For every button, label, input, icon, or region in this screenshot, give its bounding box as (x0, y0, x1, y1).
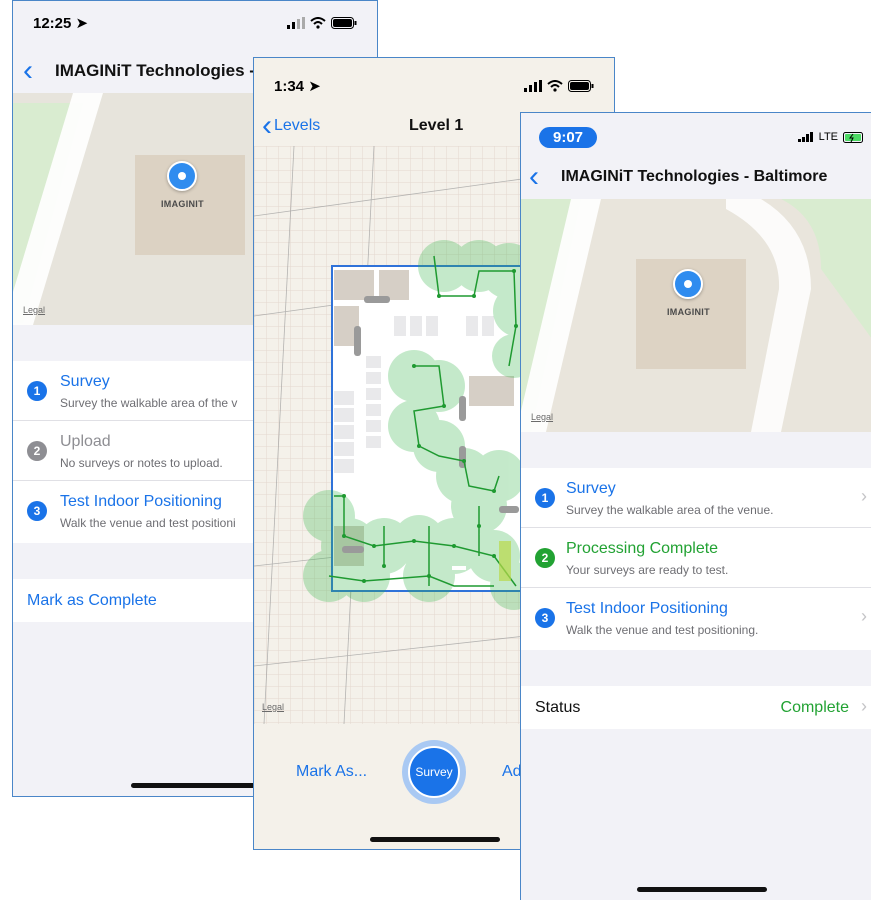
row-title: Test Indoor Positioning (60, 493, 222, 510)
home-indicator (637, 887, 767, 892)
chevron-right-icon: › (861, 606, 867, 626)
back-chevron-icon[interactable]: ‹ (262, 111, 272, 141)
wifi-icon (310, 17, 326, 29)
list-item-survey[interactable]: 1 Survey Survey the walkable area of the… (521, 468, 871, 528)
step-number-badge: 3 (535, 608, 555, 628)
home-indicator (131, 783, 265, 788)
carrier-label: LTE (818, 131, 838, 143)
status-icons: LTE (797, 131, 865, 143)
back-chevron-icon[interactable]: ‹ (23, 56, 33, 86)
row-title: Upload (60, 433, 111, 450)
add-button-partial[interactable]: Ad (502, 763, 522, 781)
status-time: 9:07 (553, 128, 584, 146)
nav-title: IMAGINiT Technologies - (55, 61, 255, 80)
signal-icon (287, 17, 305, 29)
mark-as-button[interactable]: Mark As... (296, 763, 367, 781)
task-list: 1 Survey Survey the walkable area of the… (521, 468, 871, 650)
signal-icon (524, 80, 542, 92)
nav-title: Level 1 (409, 117, 464, 134)
map-legal-link[interactable]: Legal (531, 412, 553, 422)
status-time: 1:34 (274, 78, 305, 95)
nav-bar: ‹ IMAGINiT Technologies - Baltimore (521, 155, 871, 199)
step-number-badge: 2 (535, 548, 555, 568)
status-value: Complete (780, 699, 849, 716)
row-subtitle: Survey the walkable area of the venue. (566, 503, 774, 517)
mark-complete-button[interactable]: Mark as Complete (27, 592, 157, 610)
step-number-badge: 3 (27, 501, 47, 521)
battery-icon (568, 80, 594, 92)
row-title: Survey (566, 480, 616, 497)
step-number-badge: 1 (27, 381, 47, 401)
map-pin-icon (673, 269, 704, 299)
map-legal-link[interactable]: Legal (262, 702, 284, 712)
list-item-processing[interactable]: 2 Processing Complete Your surveys are r… (521, 528, 871, 588)
status-time: 12:25 (33, 15, 72, 32)
map-pin-icon (167, 161, 198, 191)
survey-button[interactable]: Survey (408, 746, 460, 798)
step-number-badge: 2 (27, 441, 47, 461)
status-time-pill: 9:07 (539, 126, 598, 148)
phone-screen-right: 9:07 LTE ‹ IMAGINiT Technologies - Balti… (520, 112, 871, 900)
status-bar: 1:34 ➤ (254, 64, 614, 108)
battery-charging-icon (843, 131, 863, 143)
row-title: Processing Complete (566, 540, 719, 557)
map-legal-link[interactable]: Legal (23, 305, 45, 315)
row-subtitle: Walk the venue and test positioning. (566, 623, 759, 637)
location-arrow-icon: ➤ (75, 15, 89, 32)
status-bar: 12:25 ➤ (13, 1, 377, 45)
chevron-right-icon: › (861, 696, 867, 716)
survey-button-ring[interactable]: Survey (402, 740, 466, 804)
status-icons (287, 17, 357, 29)
row-subtitle: No surveys or notes to upload. (60, 456, 223, 470)
list-item-test-positioning[interactable]: 3 Test Indoor Positioning Walk the venue… (521, 588, 871, 648)
pin-label: IMAGINIT (161, 199, 204, 209)
row-subtitle: Survey the walkable area of the v (60, 396, 238, 410)
back-chevron-icon[interactable]: ‹ (529, 162, 539, 192)
venue-map[interactable]: IMAGINIT Legal (521, 199, 871, 432)
location-arrow-icon: ➤ (308, 78, 321, 95)
row-title: Survey (60, 373, 110, 390)
battery-icon (331, 17, 357, 29)
signal-icon (797, 132, 813, 142)
back-button-levels[interactable]: Levels (274, 117, 320, 135)
home-indicator (370, 837, 500, 842)
status-row[interactable]: Status Complete › (521, 686, 871, 729)
step-number-badge: 1 (535, 488, 555, 508)
status-bar: 9:07 LTE (521, 115, 871, 159)
status-icons (524, 80, 594, 92)
wifi-icon (547, 80, 563, 92)
row-title: Test Indoor Positioning (566, 600, 728, 617)
row-subtitle: Walk the venue and test positioni (60, 516, 236, 530)
venue-pin[interactable]: IMAGINIT (667, 269, 710, 317)
chevron-right-icon: › (861, 486, 867, 506)
row-subtitle: Your surveys are ready to test. (566, 563, 729, 577)
pin-label: IMAGINIT (667, 307, 710, 317)
status-label: Status (535, 699, 581, 716)
venue-pin[interactable]: IMAGINIT (161, 161, 204, 209)
nav-title: IMAGINiT Technologies - Baltimore (561, 168, 828, 185)
